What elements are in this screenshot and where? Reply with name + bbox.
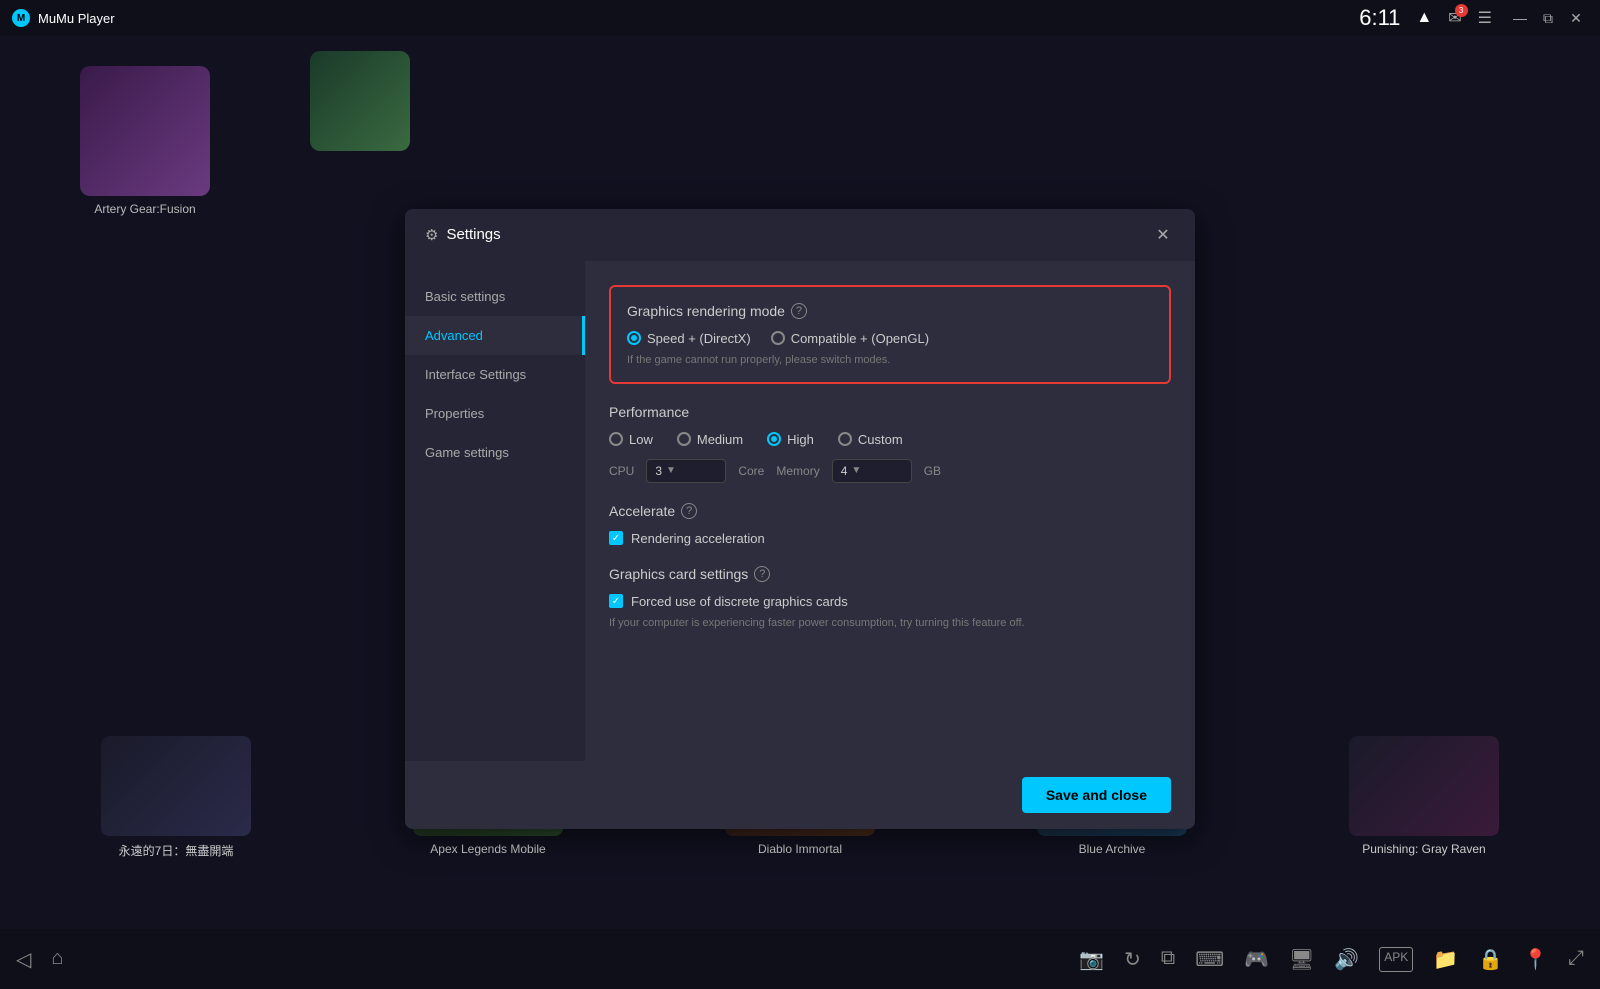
graphics-card-hint: If your computer is experiencing faster … [609,617,1171,629]
main-background: Artery Gear:Fusion 永遠的7日：無盡開端 Apex Legen… [0,36,1600,929]
sidebar-item-properties[interactable]: Properties [405,394,585,433]
restore-button[interactable]: ⧉ [1536,6,1560,30]
dialog-footer: Save and close [405,761,1195,829]
discrete-gpu-label: Forced use of discrete graphics cards [631,594,848,609]
dialog-overlay: ⚙ Settings ✕ Basic settings Advanced Int… [0,72,1600,965]
cpu-memory-row: CPU 3 ▼ Core Memory 4 ▼ GB [609,459,1171,483]
gb-label: GB [924,464,941,478]
perf-radio-custom[interactable] [838,432,852,446]
time: 6:11 [1359,5,1400,31]
perf-label-medium: Medium [697,432,743,447]
memory-value: 4 [841,464,848,478]
memory-label: Memory [776,464,819,478]
core-label: Core [738,464,764,478]
sidebar-item-basic[interactable]: Basic settings [405,277,585,316]
rendering-option-directx[interactable]: Speed + (DirectX) [627,331,751,346]
rendering-option-opengl[interactable]: Compatible + (OpenGL) [771,331,929,346]
graphics-rendering-help-icon[interactable]: ? [791,303,807,319]
app-title-area: M MuMu Player [12,9,115,27]
rendering-hint: If the game cannot run properly, please … [627,354,1153,366]
cpu-dropdown-arrow: ▼ [666,465,676,476]
dialog-title-text: Settings [446,226,500,243]
graphics-card-title: Graphics card settings [609,566,748,582]
perf-label-custom: Custom [858,432,903,447]
perf-option-medium[interactable]: Medium [677,432,743,447]
accelerate-title-row: Accelerate ? [609,503,1171,519]
accelerate-section: Accelerate ? Rendering acceleration [609,503,1171,546]
perf-radio-low[interactable] [609,432,623,446]
discrete-gpu-checkbox[interactable] [609,594,623,608]
rendering-acceleration-option[interactable]: Rendering acceleration [609,531,1171,546]
minimize-button[interactable]: — [1508,6,1532,30]
graphics-card-section: Graphics card settings ? Forced use of d… [609,566,1171,629]
perf-label-high: High [787,432,814,447]
rendering-acceleration-checkbox[interactable] [609,531,623,545]
memory-dropdown-arrow: ▼ [851,465,861,476]
discrete-gpu-option[interactable]: Forced use of discrete graphics cards [609,594,1171,609]
rendering-radio-group: Speed + (DirectX) Compatible + (OpenGL) [627,331,1153,346]
settings-gear-icon: ⚙ [425,226,438,244]
memory-select[interactable]: 4 ▼ [832,459,912,483]
graphics-rendering-section: Graphics rendering mode ? Speed + (Direc… [609,285,1171,384]
save-close-button[interactable]: Save and close [1022,777,1171,813]
app-icon: M [12,9,30,27]
perf-radio-high[interactable] [767,432,781,446]
notification-badge: 3 [1455,4,1468,17]
graphics-card-help-icon[interactable]: ? [754,566,770,582]
sidebar-item-interface[interactable]: Interface Settings [405,355,585,394]
rendering-label-opengl: Compatible + (OpenGL) [791,331,929,346]
menu-icon[interactable]: ☰ [1478,8,1492,28]
graphics-rendering-title: Graphics rendering mode [627,303,785,319]
performance-section: Performance Low Medium [609,404,1171,483]
perf-option-custom[interactable]: Custom [838,432,903,447]
perf-option-high[interactable]: High [767,432,814,447]
perf-label-low: Low [629,432,653,447]
performance-radio-group: Low Medium High [609,432,1171,447]
notification-icon[interactable]: ✉ 3 [1448,8,1461,28]
dialog-header: ⚙ Settings ✕ [405,209,1195,261]
settings-dialog: ⚙ Settings ✕ Basic settings Advanced Int… [405,209,1195,829]
accelerate-title: Accelerate [609,503,675,519]
cpu-label: CPU [609,464,634,478]
performance-title: Performance [609,404,689,420]
settings-content: Graphics rendering mode ? Speed + (Direc… [585,261,1195,761]
dialog-close-button[interactable]: ✕ [1151,223,1175,247]
perf-radio-medium[interactable] [677,432,691,446]
cpu-select[interactable]: 3 ▼ [646,459,726,483]
rendering-label-directx: Speed + (DirectX) [647,331,751,346]
rendering-acceleration-label: Rendering acceleration [631,531,765,546]
sidebar-item-advanced[interactable]: Advanced [405,316,585,355]
sidebar-item-game[interactable]: Game settings [405,433,585,472]
accelerate-help-icon[interactable]: ? [681,503,697,519]
window-close-button[interactable]: ✕ [1564,6,1588,30]
graphics-card-title-row: Graphics card settings ? [609,566,1171,582]
rendering-radio-directx[interactable] [627,331,641,345]
top-bar-right: 6:11 ▲ ✉ 3 ☰ — ⧉ ✕ [1359,5,1588,31]
app-name: MuMu Player [38,11,115,26]
top-bar: M MuMu Player 6:11 ▲ ✉ 3 ☰ — ⧉ ✕ [0,0,1600,36]
cpu-value: 3 [655,464,662,478]
graphics-rendering-title-row: Graphics rendering mode ? [627,303,1153,319]
perf-option-low[interactable]: Low [609,432,653,447]
dialog-body: Basic settings Advanced Interface Settin… [405,261,1195,761]
window-controls: — ⧉ ✕ [1508,6,1588,30]
dialog-title-area: ⚙ Settings [425,226,501,244]
wifi-icon: ▲ [1416,9,1432,27]
rendering-radio-opengl[interactable] [771,331,785,345]
performance-title-row: Performance [609,404,1171,420]
settings-sidebar: Basic settings Advanced Interface Settin… [405,261,585,761]
